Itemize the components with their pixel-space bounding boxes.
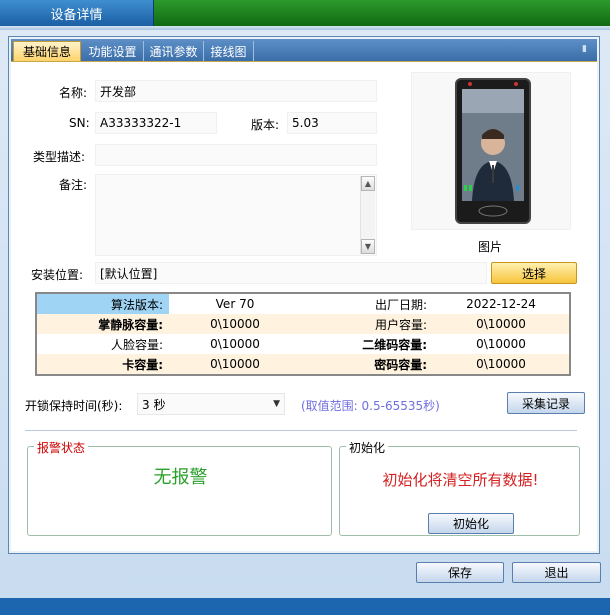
password-capacity-value: 0\10000 (476, 357, 526, 371)
basic-info-panel: 名称: 开发部 SN: A33333322-1 版本: 5.03 类型描述: 备… (11, 61, 597, 551)
palm-vein-capacity-label: 掌静脉容量: (98, 317, 163, 332)
device-info-table: 算法版本: Ver 70 出厂日期: 2022-12-24 掌静脉容量: 0\1… (35, 292, 571, 376)
chevron-down-icon[interactable]: ▼ (273, 399, 280, 409)
tab-scroll-icon: ▮ (582, 44, 587, 54)
palm-vein-capacity-value: 0\10000 (210, 317, 260, 331)
unlock-time-value: 3 秒 (142, 397, 166, 412)
location-input[interactable]: [默认位置] (95, 262, 487, 284)
tab-bar: 基础信息 功能设置 通讯参数 接线图 ▮ (11, 39, 597, 61)
save-button[interactable]: 保存 (416, 562, 504, 583)
name-input[interactable]: 开发部 (95, 80, 377, 102)
title-bar: 设备详情 (0, 0, 610, 26)
device-photo[interactable] (411, 72, 571, 230)
version-label: 版本: (251, 118, 280, 132)
collect-records-button[interactable]: 采集记录 (507, 392, 585, 414)
table-row: 掌静脉容量: 0\10000 用户容量: 0\10000 (37, 314, 569, 334)
alarm-status-text: 无报警 (153, 467, 208, 488)
algorithm-version-value: Ver 70 (215, 297, 255, 311)
unlock-time-hint: (取值范围: 0.5-65535秒) (301, 399, 440, 413)
location-label: 安装位置: (31, 268, 84, 282)
select-location-button[interactable]: 选择 (491, 262, 577, 284)
initialize-title: 初始化 (346, 439, 389, 456)
device-detail-window: 基础信息 功能设置 通讯参数 接线图 ▮ 名称: 开发部 SN: A333333… (0, 30, 610, 615)
version-input[interactable]: 5.03 (287, 112, 377, 134)
window-title: 设备详情 (0, 0, 154, 26)
note-textarea[interactable]: ▲ ▼ (95, 174, 377, 256)
tab-communication-params[interactable]: 通讯参数 (144, 41, 204, 61)
initialize-button[interactable]: 初始化 (428, 513, 514, 534)
note-label: 备注: (59, 178, 88, 192)
type-input[interactable] (95, 144, 377, 166)
tab-wiring-diagram[interactable]: 接线图 (204, 41, 254, 61)
qrcode-capacity-label: 二维码容量: (362, 337, 427, 352)
password-capacity-label: 密码容量: (374, 357, 427, 372)
card-capacity-label: 卡容量: (122, 357, 163, 372)
sn-label: SN: (69, 116, 90, 130)
content-frame: 基础信息 功能设置 通讯参数 接线图 ▮ 名称: 开发部 SN: A333333… (8, 36, 600, 554)
face-terminal-icon (455, 78, 531, 224)
qrcode-capacity-value: 0\10000 (476, 337, 526, 351)
tab-basic-info[interactable]: 基础信息 (13, 41, 81, 61)
card-capacity-value: 0\10000 (210, 357, 260, 371)
note-scrollbar[interactable]: ▲ ▼ (360, 176, 375, 254)
sn-input[interactable]: A33333322-1 (95, 112, 217, 134)
alarm-status-group: 报警状态 无报警 (27, 439, 332, 536)
factory-date-value: 2022-12-24 (466, 297, 536, 311)
table-row: 卡容量: 0\10000 密码容量: 0\10000 (37, 354, 569, 374)
face-capacity-value: 0\10000 (210, 337, 260, 351)
initialize-warning: 初始化将清空所有数据! (382, 471, 539, 489)
unlock-time-select[interactable]: 3 秒 ▼ (137, 393, 285, 415)
algorithm-version-label: 算法版本: (37, 294, 169, 314)
factory-date-label: 出厂日期: (374, 297, 427, 312)
type-label: 类型描述: (33, 150, 86, 164)
scroll-down-icon[interactable]: ▼ (361, 239, 375, 254)
initialize-group: 初始化 初始化将清空所有数据! 初始化 (339, 439, 580, 536)
face-capacity-label: 人脸容量: (110, 337, 163, 352)
table-row: 人脸容量: 0\10000 二维码容量: 0\10000 (37, 334, 569, 354)
name-label: 名称: (59, 86, 88, 100)
table-row: 算法版本: Ver 70 出厂日期: 2022-12-24 (37, 294, 569, 314)
tab-function-settings[interactable]: 功能设置 (82, 41, 144, 61)
scroll-up-icon[interactable]: ▲ (361, 176, 375, 191)
exit-button[interactable]: 退出 (512, 562, 601, 583)
section-divider (25, 430, 577, 431)
unlock-time-label: 开锁保持时间(秒): (25, 399, 123, 413)
photo-label: 图片 (478, 240, 503, 254)
user-capacity-label: 用户容量: (374, 317, 427, 332)
alarm-status-title: 报警状态 (34, 439, 89, 456)
bottom-status-bar (0, 598, 610, 615)
user-capacity-value: 0\10000 (476, 317, 526, 331)
